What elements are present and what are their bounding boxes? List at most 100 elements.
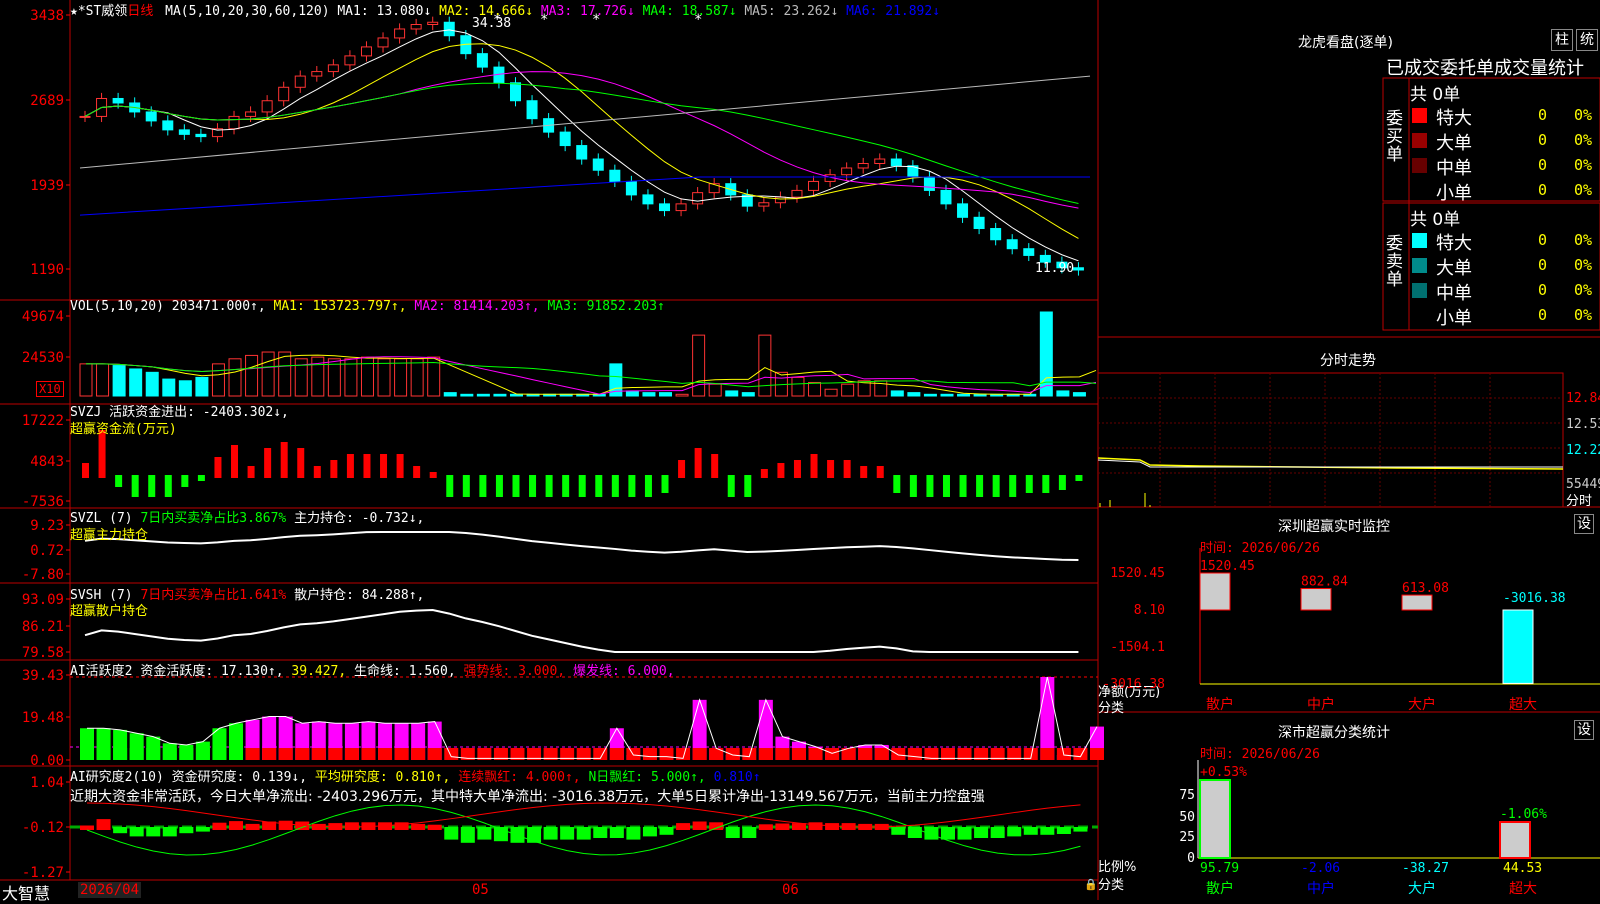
candle (659, 203, 671, 212)
cls-cat-0: 散户 (1206, 880, 1234, 897)
ai1-base-bar (229, 748, 244, 760)
volume-bar (625, 390, 639, 397)
stats-title: 已成交委托单成交量统计 (1386, 58, 1584, 79)
lock-icon[interactable]: 🔒 (1084, 878, 1098, 891)
volume-bar (145, 371, 159, 397)
ai2-bar (1007, 827, 1022, 837)
svzl-tick-1: 0.72 (30, 543, 64, 559)
ai1-base-bar (758, 748, 773, 760)
order-row-label: 大单 (1436, 133, 1472, 154)
vol-unit-badge[interactable]: X10 (36, 381, 64, 397)
period-label[interactable]: 日线 (127, 4, 153, 19)
ai2-bar (593, 827, 608, 838)
volume-bar (129, 368, 143, 397)
vol-value: 203471.000↑, (171, 299, 266, 314)
candle (311, 71, 323, 77)
fundflow-bar (115, 475, 123, 487)
brand-label[interactable]: 大智慧 (2, 880, 50, 904)
candle (890, 158, 902, 167)
ai2-bar (560, 827, 575, 840)
intraday-title[interactable]: 分时走势 (1320, 350, 1376, 370)
svzj-subtitle: 超赢资金流(万元) (70, 422, 177, 437)
ai1-burst: 爆发线: 6.000, (572, 664, 675, 679)
chart-canvas[interactable]: 3438 2689 1939 1190 49674 24530 17222 4843 -7536… (0, 0, 1600, 900)
ai2-bar (676, 823, 691, 830)
date-label: 2026/04 (78, 882, 142, 898)
volume-bar (841, 383, 855, 397)
cls-settings-button[interactable]: 设 (1574, 720, 1594, 740)
cls-top-label: -1.06% (1500, 807, 1547, 822)
ai2-bar (1073, 827, 1088, 832)
order-color-swatch (1412, 233, 1427, 248)
ai2-bar (229, 821, 244, 830)
order-color-swatch (1412, 158, 1427, 173)
svsh-subtitle: 超赢散户持仓 (70, 604, 149, 619)
candle (360, 46, 372, 57)
low-price-label: 11.90 (1035, 261, 1074, 276)
fundflow-bar (810, 454, 818, 478)
ai1-base-bar (858, 748, 873, 760)
order-row-label: 大单 (1436, 258, 1472, 279)
candle (1006, 239, 1018, 250)
ai2-bar (758, 824, 773, 830)
order-row-count: 0 (1538, 231, 1548, 249)
ai2-bar (940, 827, 955, 840)
order-row-label: 小单 (1436, 308, 1472, 329)
stock-name: ★*ST威领 (70, 4, 128, 19)
svsh-ratio: 7日内买卖净占比1.641% (140, 588, 287, 603)
ai2-bar (891, 827, 906, 835)
ma5-label: MA5: 23.262↓ (736, 4, 839, 19)
ai2-tick-2: -1.27 (22, 865, 64, 881)
ai1-value2: 39.427, (291, 664, 347, 679)
volume-bar (907, 392, 921, 397)
column-view-button[interactable]: 柱 (1551, 29, 1573, 51)
ma1-label: MA1: 13.080↓ (337, 4, 432, 19)
candle (195, 133, 207, 138)
kline-tick-2: 1939 (30, 178, 64, 194)
ai2-bar (212, 822, 227, 830)
ai2-bar (146, 827, 161, 837)
cls-ylabel: 比例% (1098, 860, 1137, 875)
ai2-header: AI研究度2(10) 资金研究度: 0.139↓, 平均研究度: 0.810↑,… (70, 766, 761, 785)
sz-bar (1300, 588, 1332, 611)
ai1-base-bar (725, 748, 740, 760)
candle (294, 75, 306, 88)
cls-xlabel: 分类 (1098, 878, 1125, 893)
fundflow-bar (380, 454, 388, 478)
ai1-base-bar (659, 748, 674, 760)
cls-title: 深市超赢分类统计 (1278, 725, 1390, 741)
candle (377, 37, 389, 48)
ai1-base-bar (907, 748, 922, 760)
candle (162, 120, 174, 131)
order-color-swatch (1412, 283, 1427, 298)
ai1-activity: 资金活跃度: 17.130↑, (140, 664, 284, 679)
month-6-label: 06 (782, 882, 799, 898)
candle (758, 202, 770, 207)
ai1-base-bar (742, 748, 757, 760)
stats-view-button[interactable]: 统 (1576, 29, 1598, 51)
ai1-label: AI活跃度2 (70, 664, 133, 679)
sz-cat-label: 中户 (1307, 696, 1335, 713)
fundflow-bar (562, 475, 570, 497)
ai2-bar (444, 827, 459, 840)
ai1-base-bar (245, 748, 260, 760)
candle (427, 21, 439, 26)
intraday-tick-2: 12.22 (1566, 443, 1600, 458)
volume-bar (261, 351, 275, 397)
intraday-tick-3: 55449 (1566, 477, 1600, 492)
ai2-bar (113, 827, 128, 834)
sz-bar (1502, 609, 1534, 684)
intraday-tick-0: 12.84 (1566, 391, 1600, 406)
volume-bar (476, 393, 490, 397)
order-row-percent: 0% (1574, 256, 1593, 274)
volume-bar (162, 378, 176, 397)
ai1-base-bar (411, 748, 426, 760)
fundflow-bar (264, 448, 272, 478)
ai2-bar (642, 827, 657, 837)
sz-settings-button[interactable]: 设 (1574, 514, 1594, 534)
ai1-base-bar (394, 748, 409, 760)
ai2-bar (742, 827, 757, 838)
sz-bar (1401, 594, 1433, 611)
cls-value-1: -2.06 (1301, 861, 1340, 876)
candle (1072, 267, 1084, 271)
